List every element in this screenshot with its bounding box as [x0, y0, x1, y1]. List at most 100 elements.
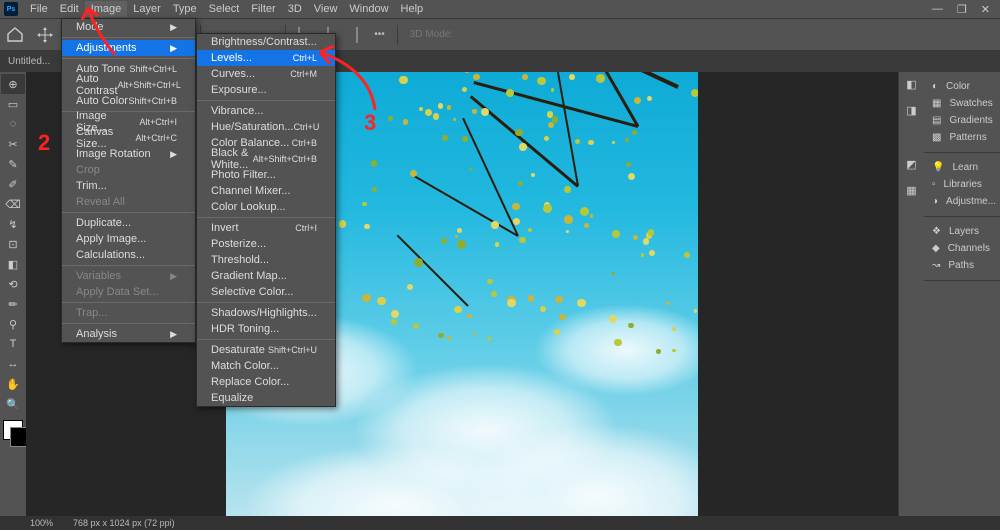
menuitem-desaturate[interactable]: DesaturateShift+Ctrl+U: [197, 342, 335, 358]
panel-patterns[interactable]: ▩Patterns: [924, 129, 1000, 146]
document-tab[interactable]: Untitled...: [8, 56, 50, 67]
menuitem-exposure-[interactable]: Exposure...: [197, 82, 335, 98]
tool-2[interactable]: ◌: [1, 114, 25, 134]
menu-window[interactable]: Window: [343, 1, 394, 17]
tool-12[interactable]: ⚲: [1, 314, 25, 334]
panel-collapse-icon[interactable]: ◩: [903, 158, 921, 176]
menu-3d[interactable]: 3D: [282, 1, 308, 17]
menuitem-shadows-highlights-[interactable]: Shadows/Highlights...: [197, 305, 335, 321]
menuitem-trap-[interactable]: Trap...: [62, 305, 195, 321]
tool-7[interactable]: ↯: [1, 214, 25, 234]
menubar: Ps FileEditImageLayerTypeSelectFilter3DV…: [0, 0, 1000, 18]
menuitem-auto-color[interactable]: Auto ColorShift+Ctrl+B: [62, 93, 195, 109]
menuitem-image-rotation[interactable]: Image Rotation▶: [62, 146, 195, 162]
panel-color[interactable]: ◐Color: [924, 78, 1000, 95]
menuitem-channel-mixer-[interactable]: Channel Mixer...: [197, 183, 335, 199]
menuitem-variables[interactable]: Variables▶: [62, 268, 195, 284]
menuitem-canvas-size-[interactable]: Canvas Size...Alt+Ctrl+C: [62, 130, 195, 146]
tool-15[interactable]: ✋: [1, 374, 25, 394]
zoom-level[interactable]: 100%: [30, 518, 53, 528]
window-restore-icon[interactable]: ❐: [957, 3, 967, 16]
menuitem-apply-image-[interactable]: Apply Image...: [62, 231, 195, 247]
menuitem-trim-[interactable]: Trim...: [62, 178, 195, 194]
menuitem-invert[interactable]: InvertCtrl+I: [197, 220, 335, 236]
panel-learn[interactable]: 💡Learn: [924, 159, 1000, 176]
menu-help[interactable]: Help: [395, 1, 430, 17]
menuitem-adjustments[interactable]: Adjustments▶: [62, 40, 195, 56]
panel-swatches[interactable]: ▦Swatches: [924, 95, 1000, 112]
menuitem-analysis[interactable]: Analysis▶: [62, 326, 195, 342]
tool-4[interactable]: ✎: [1, 154, 25, 174]
layers-icon: ❖: [932, 226, 941, 237]
menu-filter[interactable]: Filter: [245, 1, 281, 17]
adjustme...-icon: ◑: [932, 196, 938, 207]
move-tool-icon[interactable]: [36, 26, 56, 44]
panel-channels[interactable]: ◆Channels: [924, 240, 1000, 257]
menuitem-black-white-[interactable]: Black & White...Alt+Shift+Ctrl+B: [197, 151, 335, 167]
panel-gradients[interactable]: ▤Gradients: [924, 112, 1000, 129]
image-menu: Mode▶Adjustments▶Auto ToneShift+Ctrl+LAu…: [61, 18, 196, 343]
window-minimize-icon[interactable]: —: [932, 3, 943, 16]
menuitem-replace-color-[interactable]: Replace Color...: [197, 374, 335, 390]
tool-10[interactable]: ⟲: [1, 274, 25, 294]
right-panels: ◐Color▦Swatches▤Gradients▩Patterns 💡Learn…: [924, 72, 1000, 516]
panel-paths[interactable]: ↝Paths: [924, 257, 1000, 274]
tool-5[interactable]: ✐: [1, 174, 25, 194]
menuitem-mode[interactable]: Mode▶: [62, 19, 195, 35]
menuitem-match-color-[interactable]: Match Color...: [197, 358, 335, 374]
menu-select[interactable]: Select: [203, 1, 246, 17]
3dmode-label: 3D Mode:: [410, 29, 453, 40]
panel-layers[interactable]: ❖Layers: [924, 223, 1000, 240]
menuitem-gradient-map-[interactable]: Gradient Map...: [197, 268, 335, 284]
menuitem-apply-data-set-[interactable]: Apply Data Set...: [62, 284, 195, 300]
doc-dimensions: 768 px x 1024 px (72 ppi): [73, 518, 175, 528]
menuitem-hue-saturation-[interactable]: Hue/Saturation...Ctrl+U: [197, 119, 335, 135]
tool-11[interactable]: ✏: [1, 294, 25, 314]
menuitem-color-lookup-[interactable]: Color Lookup...: [197, 199, 335, 215]
menuitem-crop[interactable]: Crop: [62, 162, 195, 178]
tool-3[interactable]: ✂: [1, 134, 25, 154]
gradients-icon: ▤: [932, 115, 941, 126]
panel-collapse-icon[interactable]: ◧: [903, 78, 921, 96]
menuitem-posterize-[interactable]: Posterize...: [197, 236, 335, 252]
menuitem-threshold-[interactable]: Threshold...: [197, 252, 335, 268]
panel-adjustme[interactable]: ◑Adjustme...: [924, 193, 1000, 210]
color-icon: ◐: [932, 81, 938, 92]
distribute-icon[interactable]: [342, 27, 358, 43]
tool-16[interactable]: 🔍: [1, 394, 25, 414]
menu-layer[interactable]: Layer: [127, 1, 167, 17]
color-swatch[interactable]: [3, 420, 23, 440]
panel-libraries[interactable]: ▫Libraries: [924, 176, 1000, 193]
home-icon[interactable]: [6, 26, 26, 44]
menuitem-selective-color-[interactable]: Selective Color...: [197, 284, 335, 300]
menuitem-curves-[interactable]: Curves...Ctrl+M: [197, 66, 335, 82]
menuitem-equalize[interactable]: Equalize: [197, 390, 335, 406]
tool-14[interactable]: ↔: [1, 354, 25, 374]
menuitem-reveal-all[interactable]: Reveal All: [62, 194, 195, 210]
tool-0[interactable]: ⊕: [1, 74, 25, 94]
tool-13[interactable]: T: [1, 334, 25, 354]
tool-6[interactable]: ⌫: [1, 194, 25, 214]
menuitem-duplicate-[interactable]: Duplicate...: [62, 215, 195, 231]
tool-1[interactable]: ▭: [1, 94, 25, 114]
panel-collapse-icon[interactable]: ▦: [903, 184, 921, 202]
tool-9[interactable]: ◧: [1, 254, 25, 274]
libraries-icon: ▫: [932, 179, 936, 190]
window-close-icon[interactable]: ✕: [981, 3, 990, 16]
menu-image[interactable]: Image: [85, 1, 128, 17]
menuitem-brightness-contrast-[interactable]: Brightness/Contrast...: [197, 34, 335, 50]
learn-icon: 💡: [932, 162, 944, 173]
menu-edit[interactable]: Edit: [54, 1, 85, 17]
menuitem-hdr-toning-[interactable]: HDR Toning...: [197, 321, 335, 337]
menuitem-auto-contrast[interactable]: Auto ContrastAlt+Shift+Ctrl+L: [62, 77, 195, 93]
menu-file[interactable]: File: [24, 1, 54, 17]
menu-type[interactable]: Type: [167, 1, 203, 17]
menuitem-levels-[interactable]: Levels...Ctrl+L: [197, 50, 335, 66]
menuitem-vibrance-[interactable]: Vibrance...: [197, 103, 335, 119]
tool-8[interactable]: ⊡: [1, 234, 25, 254]
menuitem-calculations-[interactable]: Calculations...: [62, 247, 195, 263]
menu-view[interactable]: View: [308, 1, 344, 17]
panel-collapse-icon[interactable]: ◨: [903, 104, 921, 122]
tools-panel: ⊕▭◌✂✎✐⌫↯⊡◧⟲✏⚲T↔✋🔍: [0, 72, 26, 516]
menuitem-photo-filter-[interactable]: Photo Filter...: [197, 167, 335, 183]
